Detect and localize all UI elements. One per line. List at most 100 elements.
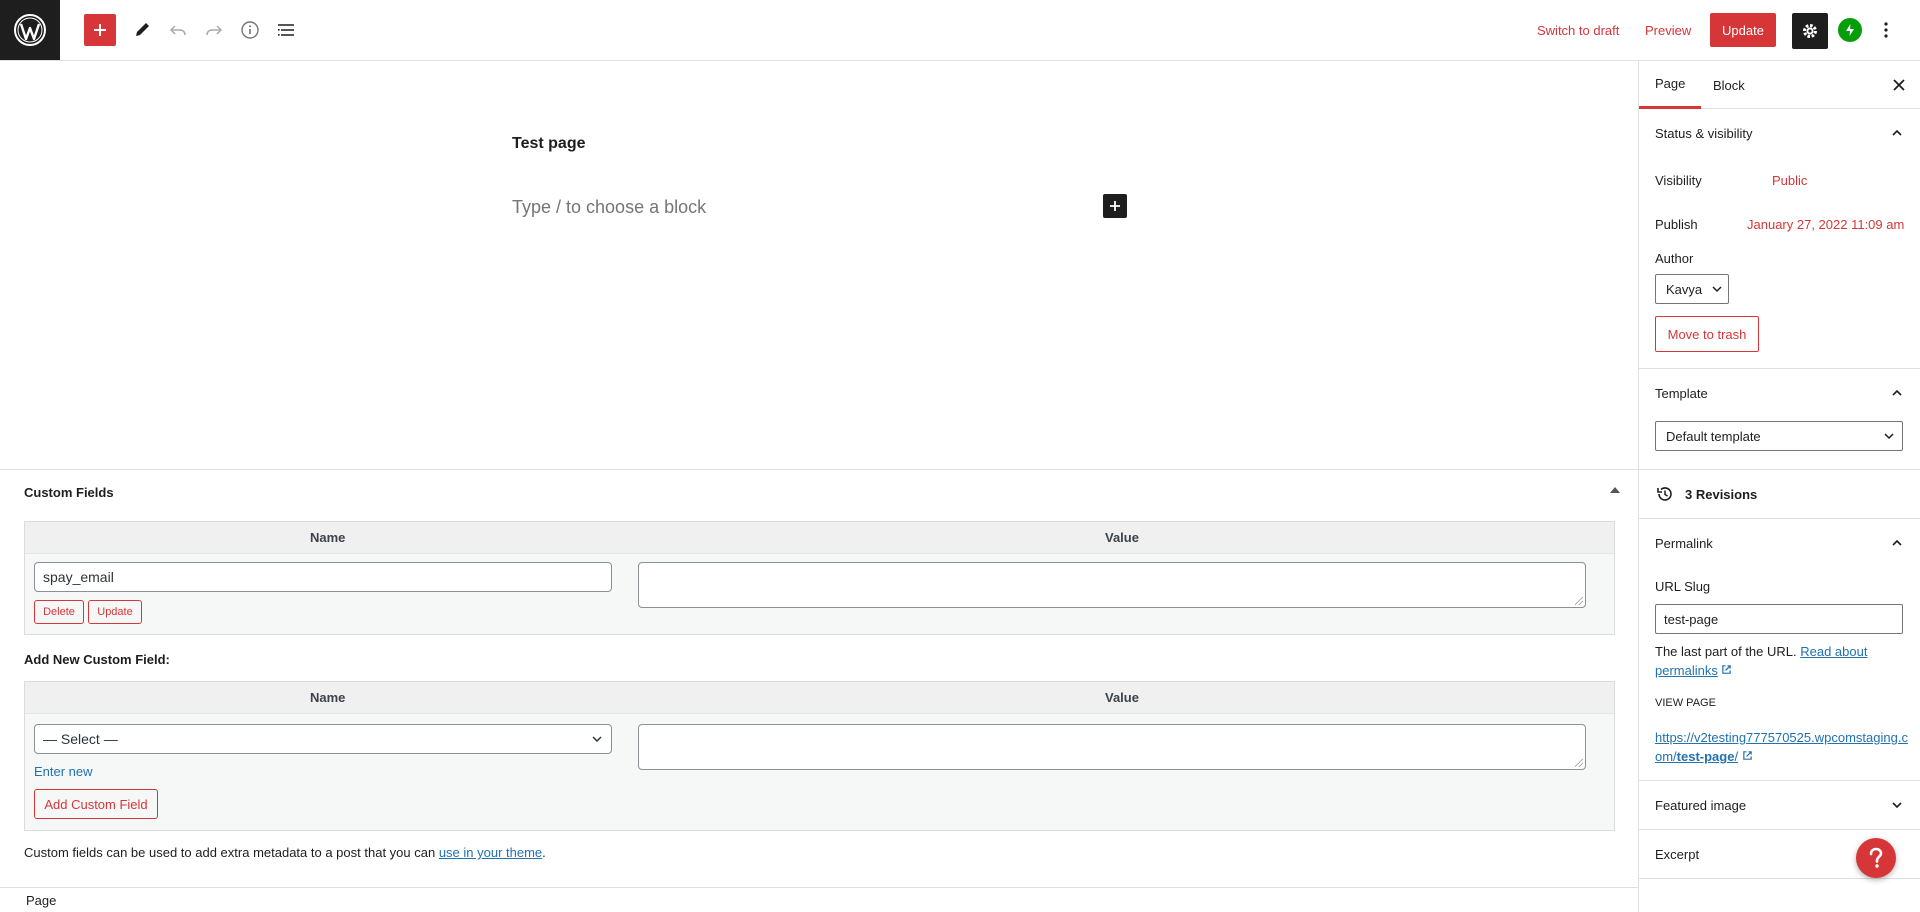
- column-header-name: Name: [310, 690, 346, 705]
- panel-divider: [1639, 878, 1920, 879]
- tab-page[interactable]: Page: [1639, 61, 1702, 109]
- close-sidebar-button[interactable]: [1887, 73, 1911, 97]
- permalink-help: The last part of the URL. Read about per…: [1655, 642, 1905, 680]
- backup-icon: [1657, 487, 1672, 501]
- new-custom-field-value-textarea[interactable]: [638, 724, 1586, 770]
- info-icon: [241, 21, 259, 39]
- collapse-toggle-icon[interactable]: [1610, 487, 1620, 493]
- gear-icon: [1803, 24, 1817, 38]
- url-slug-input[interactable]: test-page: [1655, 604, 1903, 634]
- redo-icon: [206, 25, 223, 36]
- chevron-up-icon: [1889, 535, 1905, 551]
- add-block-button[interactable]: [84, 14, 116, 46]
- panel-title: Excerpt: [1655, 846, 1700, 862]
- table-header: Name Value: [25, 522, 1614, 554]
- custom-fields-note: Custom fields can be used to add extra m…: [24, 845, 546, 860]
- publish-date-toggle[interactable]: January 27, 2022 11:09 am: [1747, 217, 1904, 232]
- panel-title: Status & visibility: [1655, 125, 1753, 141]
- wordpress-logo-button[interactable]: [0, 0, 60, 60]
- custom-fields-metabox: Custom Fields Name Value spay_email Dele…: [0, 469, 1638, 887]
- add-custom-field-table: Name Value — Select — Enter new Add Cust…: [24, 681, 1615, 831]
- tools-button[interactable]: [126, 14, 158, 46]
- inline-add-block-button[interactable]: [1103, 194, 1127, 218]
- author-select[interactable]: Kavya: [1655, 274, 1729, 304]
- template-panel-toggle[interactable]: Template: [1639, 369, 1920, 417]
- chevron-down-icon: [1712, 286, 1722, 293]
- column-header-value: Value: [1105, 530, 1139, 545]
- template-select[interactable]: Default template: [1655, 421, 1903, 451]
- custom-field-value-textarea[interactable]: [638, 562, 1586, 608]
- column-header-value: Value: [1105, 690, 1139, 705]
- resize-handle-icon[interactable]: [1575, 759, 1583, 767]
- preview-button[interactable]: Preview: [1645, 0, 1691, 60]
- view-page-label: VIEW PAGE: [1655, 697, 1716, 709]
- panel-title: Permalink: [1655, 535, 1713, 551]
- revisions-label: 3 Revisions: [1685, 486, 1758, 502]
- enter-new-link[interactable]: Enter new: [34, 764, 93, 779]
- select-value: — Select —: [43, 731, 118, 747]
- pencil-icon: [136, 23, 149, 36]
- visibility-label: Visibility: [1655, 173, 1702, 188]
- close-icon: [1893, 79, 1905, 91]
- permalink-panel-toggle[interactable]: Permalink: [1639, 519, 1920, 567]
- list-view-icon: [278, 24, 294, 36]
- block-placeholder[interactable]: Type / to choose a block: [512, 197, 706, 218]
- external-link-icon: [1722, 665, 1732, 674]
- details-button[interactable]: [234, 14, 266, 46]
- switch-to-draft-button[interactable]: Switch to draft: [1537, 0, 1619, 60]
- help-text: The last part of the URL.: [1655, 644, 1801, 659]
- use-in-theme-link[interactable]: use in your theme: [439, 845, 542, 860]
- panel-title: Template: [1655, 385, 1708, 401]
- note-suffix: .: [542, 845, 546, 860]
- visibility-toggle[interactable]: Public: [1772, 173, 1807, 188]
- url-slug-label: URL Slug: [1655, 579, 1711, 594]
- redo-button[interactable]: [198, 14, 230, 46]
- status-visibility-panel-toggle[interactable]: Status & visibility: [1639, 109, 1920, 157]
- custom-field-name-input[interactable]: spay_email: [34, 562, 612, 592]
- add-custom-field-button[interactable]: Add Custom Field: [34, 789, 158, 819]
- list-view-button[interactable]: [270, 14, 302, 46]
- resize-handle-icon[interactable]: [1575, 597, 1583, 605]
- settings-sidebar: Page Block Status & visibility Visibilit…: [1638, 61, 1920, 912]
- plus-icon: [1110, 201, 1120, 211]
- publish-label: Publish: [1655, 217, 1698, 232]
- chevron-down-icon: [1889, 797, 1905, 813]
- more-vertical-icon: [1884, 22, 1888, 38]
- options-button[interactable]: [1874, 14, 1898, 46]
- template-value: Default template: [1666, 428, 1761, 444]
- block-breadcrumb: Page: [0, 887, 1638, 912]
- undo-icon: [169, 25, 186, 36]
- sidebar-tabs: Page Block: [1639, 61, 1920, 109]
- settings-button[interactable]: [1792, 13, 1828, 49]
- chevron-up-icon: [1889, 385, 1905, 401]
- editor-header: Switch to draft Preview Update: [0, 0, 1920, 61]
- plus-icon: [94, 24, 106, 36]
- tab-block[interactable]: Block: [1697, 61, 1761, 109]
- custom-field-key-select[interactable]: — Select —: [34, 724, 612, 754]
- jetpack-button[interactable]: [1838, 18, 1862, 42]
- author-value: Kavya: [1666, 281, 1703, 297]
- update-field-button[interactable]: Update: [88, 600, 142, 624]
- revisions-link[interactable]: 3 Revisions: [1639, 471, 1920, 517]
- metabox-title: Custom Fields: [24, 485, 114, 500]
- update-button[interactable]: Update: [1710, 13, 1776, 47]
- editor-canvas[interactable]: Test page Type / to choose a block: [0, 61, 1638, 469]
- delete-field-button[interactable]: Delete: [34, 600, 84, 624]
- undo-button[interactable]: [162, 14, 194, 46]
- column-header-name: Name: [310, 530, 346, 545]
- page-title[interactable]: Test page: [512, 135, 586, 153]
- move-to-trash-button[interactable]: Move to trash: [1655, 316, 1759, 352]
- permalink-link[interactable]: https://v2testing777570525.wpcomstaging.…: [1655, 730, 1908, 764]
- chevron-down-icon: [1884, 433, 1894, 440]
- author-label: Author: [1655, 251, 1694, 266]
- table-header: Name Value: [25, 682, 1614, 714]
- panel-title: Featured image: [1655, 797, 1747, 813]
- external-link-icon: [1742, 751, 1752, 760]
- breadcrumb-item-page[interactable]: Page: [26, 893, 56, 908]
- note-text: Custom fields can be used to add extra m…: [24, 845, 439, 860]
- help-button[interactable]: [1856, 838, 1896, 878]
- custom-fields-table: Name Value spay_email Delete Update: [24, 521, 1615, 635]
- add-new-custom-field-label: Add New Custom Field:: [24, 652, 170, 667]
- featured-image-panel-toggle[interactable]: Featured image: [1639, 781, 1920, 829]
- permalink-url: https://v2testing777570525.wpcomstaging.…: [1655, 728, 1909, 766]
